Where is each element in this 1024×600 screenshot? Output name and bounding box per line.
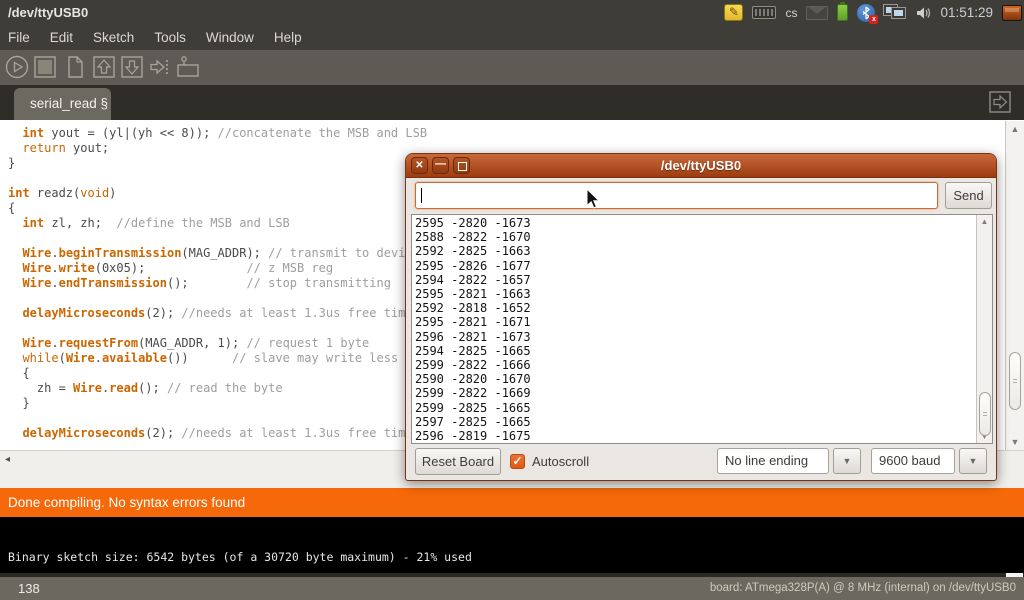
scrollbar-thumb[interactable] [979,392,991,436]
network-icon[interactable] [884,4,906,21]
note-icon[interactable]: ✎ [724,4,743,21]
baud-rate-select[interactable]: 9600 baud [871,448,955,474]
serial-data-line: 2599 -2822 -1666 [415,358,531,372]
serial-data-line: 2595 -2826 -1677 [415,259,531,273]
volume-icon[interactable] [915,5,931,21]
serial-data-line: 2594 -2825 -1665 [415,344,531,358]
serial-output-area[interactable]: 2595 -2820 -16732588 -2822 -16702592 -28… [411,214,993,444]
editor-vscrollbar[interactable]: ▲ ▼ [1005,121,1024,450]
desktop: /dev/ttyUSB0 ✎ cs x 01:51:29 FileEditSke… [0,0,1024,600]
top-panel: /dev/ttyUSB0 ✎ cs x 01:51:29 [0,0,1024,25]
clock[interactable]: 01:51:29 [940,5,993,20]
serial-data-line: 2599 -2825 -1665 [415,401,531,415]
serial-data-line: 2595 -2821 -1671 [415,315,531,329]
window-title: /dev/ttyUSB0 [8,5,88,20]
board-info: board: ATmega328P(A) @ 8 MHz (internal) … [710,577,1016,600]
power-icon[interactable] [1002,5,1022,21]
console-output: Binary sketch size: 6542 bytes (of a 307… [0,517,1024,573]
serial-vscrollbar[interactable]: ▲ ▼ [976,215,992,443]
console-line: Binary sketch size: 6542 bytes (of a 307… [8,550,472,564]
menu-edit[interactable]: Edit [40,25,83,50]
scroll-down-arrow[interactable]: ▼ [1006,437,1024,447]
scroll-left-arrow[interactable]: ◂ [5,454,10,465]
menu-tools[interactable]: Tools [144,25,196,50]
serial-data-line: 2595 -2820 -1673 [415,216,531,230]
compile-status-bar: Done compiling. No syntax errors found [0,488,1024,517]
tab-menu-button[interactable] [988,90,1012,114]
scroll-up-arrow[interactable]: ▲ [1006,124,1024,134]
serial-monitor-titlebar[interactable]: ✕ — /dev/ttyUSB0 [406,154,996,178]
autoscroll-label: Autoscroll [532,454,589,469]
upload-icon[interactable] [147,55,171,79]
mouse-cursor [586,188,601,215]
serial-data-line: 2596 -2819 -1675 [415,429,531,443]
serial-data-line: 2592 -2818 -1652 [415,301,531,315]
line-number: 138 [18,577,40,600]
text-caret [421,188,422,203]
serial-data-line: 2599 -2822 -1669 [415,386,531,400]
keyboard-layout-icon[interactable] [752,6,776,19]
minimize-icon[interactable]: — [432,157,449,174]
tab-bar: serial_read § [0,85,1024,120]
keyboard-layout-label[interactable]: cs [785,6,797,20]
new-sketch-icon[interactable] [63,55,87,79]
reset-board-button[interactable]: Reset Board [415,448,501,475]
serial-data-line: 2590 -2820 -1670 [415,372,531,386]
menu-file[interactable]: File [2,25,40,50]
send-button[interactable]: Send [945,182,992,209]
menu-window[interactable]: Window [196,25,264,50]
serial-monitor-controls: Reset Board Autoscroll No line ending ▼ … [406,446,996,476]
battery-icon[interactable] [837,4,848,21]
chevron-down-icon[interactable]: ▼ [833,448,861,474]
mail-icon[interactable] [806,6,828,20]
menu-bar: FileEditSketchToolsWindowHelp [0,25,1024,50]
serial-monitor-icon[interactable] [176,55,200,79]
serial-data-line: 2596 -2821 -1673 [415,330,531,344]
open-icon[interactable] [92,55,116,79]
menu-sketch[interactable]: Sketch [83,25,144,50]
scrollbar-thumb[interactable] [1009,352,1021,410]
bluetooth-icon[interactable]: x [857,4,875,22]
serial-data-line: 2597 -2825 -1665 [415,415,531,429]
status-footer: 138 board: ATmega328P(A) @ 8 MHz (intern… [0,577,1024,600]
serial-send-input[interactable] [415,182,938,209]
code-line: int yout = (yl|(yh << 8)); //concatenate… [8,126,1024,141]
line-ending-select[interactable]: No line ending [717,448,829,474]
chevron-down-icon[interactable]: ▼ [959,448,987,474]
serial-data-line: 2595 -2821 -1663 [415,287,531,301]
verify-icon[interactable] [5,55,29,79]
serial-monitor-window: ✕ — /dev/ttyUSB0 Send 2595 -2820 -167325… [405,153,997,481]
menu-help[interactable]: Help [264,25,312,50]
save-icon[interactable] [120,55,144,79]
toolbar [0,50,1024,85]
serial-data-line: 2588 -2822 -1670 [415,230,531,244]
maximize-icon[interactable] [453,157,470,174]
stop-icon[interactable] [33,55,57,79]
serial-data-line: 2594 -2822 -1657 [415,273,531,287]
scroll-up-arrow[interactable]: ▲ [977,217,992,226]
system-tray: ✎ cs x 01:51:29 [724,0,1022,25]
autoscroll-checkbox[interactable] [510,454,525,469]
close-icon[interactable]: ✕ [411,157,428,174]
tab-serial-read[interactable]: serial_read § [14,88,111,120]
bluetooth-off-badge: x [869,15,878,24]
serial-data-line: 2592 -2825 -1663 [415,244,531,258]
serial-monitor-title: /dev/ttyUSB0 [406,154,996,178]
